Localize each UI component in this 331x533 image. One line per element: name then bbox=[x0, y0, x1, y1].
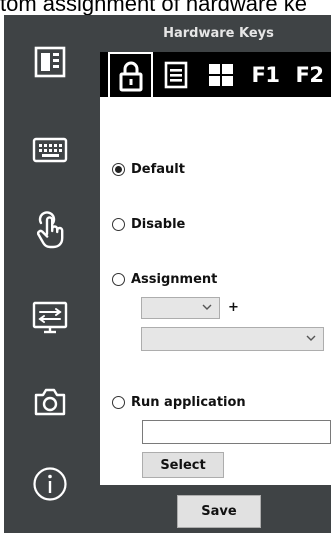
radio-disable[interactable]: Disable bbox=[112, 217, 185, 232]
plus-sign: + bbox=[228, 300, 239, 315]
tab-f2-label: F2 bbox=[295, 62, 324, 87]
windows-icon bbox=[208, 63, 233, 86]
application-path-input[interactable] bbox=[142, 420, 331, 444]
save-button[interactable]: Save bbox=[177, 495, 261, 528]
display-input-icon bbox=[32, 301, 68, 334]
tab-f1-label: F1 bbox=[251, 62, 280, 87]
tab-lock[interactable] bbox=[108, 52, 153, 97]
radio-default-label: Default bbox=[131, 162, 185, 177]
radio-disable-indicator[interactable] bbox=[112, 218, 125, 231]
tab-f2[interactable]: F2 bbox=[287, 52, 331, 97]
tab-windows[interactable] bbox=[198, 52, 243, 97]
lock-icon bbox=[119, 61, 142, 91]
sidebar bbox=[4, 15, 96, 533]
sidebar-item-display[interactable] bbox=[4, 283, 96, 353]
radio-run-application-indicator[interactable] bbox=[112, 396, 125, 409]
modifier-combo[interactable] bbox=[141, 297, 220, 319]
tab-f1[interactable]: F1 bbox=[243, 52, 288, 97]
radio-run-application[interactable]: Run application bbox=[112, 395, 246, 410]
touch-icon bbox=[36, 211, 64, 249]
panel-title: Hardware Keys bbox=[163, 26, 274, 41]
sidebar-item-camera[interactable] bbox=[4, 367, 96, 437]
chevron-down-icon bbox=[306, 335, 316, 341]
keyboard-icon bbox=[32, 137, 68, 163]
key-combo[interactable] bbox=[141, 327, 324, 351]
menu-icon bbox=[164, 61, 187, 88]
chevron-down-icon bbox=[202, 304, 212, 310]
radio-default[interactable]: Default bbox=[112, 162, 185, 177]
select-button[interactable]: Select bbox=[142, 452, 224, 478]
radio-disable-label: Disable bbox=[131, 217, 186, 232]
device-layout-icon bbox=[34, 46, 66, 78]
tab-bar: F1 F2 bbox=[100, 52, 331, 97]
tab-menu[interactable] bbox=[153, 52, 198, 97]
radio-run-application-label: Run application bbox=[131, 395, 246, 410]
sidebar-item-touch[interactable] bbox=[4, 195, 96, 265]
radio-assignment-indicator[interactable] bbox=[112, 273, 125, 286]
sidebar-item-device[interactable] bbox=[4, 27, 96, 97]
radio-assignment-label: Assignment bbox=[131, 272, 218, 287]
sidebar-item-info[interactable] bbox=[4, 449, 96, 519]
sidebar-item-keyboard[interactable] bbox=[4, 115, 96, 185]
radio-default-indicator[interactable] bbox=[112, 163, 125, 176]
info-icon bbox=[33, 467, 67, 501]
camera-icon bbox=[34, 388, 66, 416]
radio-assignment[interactable]: Assignment bbox=[112, 272, 217, 287]
app-window: Hardware Keys F1 F2 Default Disable Assi… bbox=[4, 15, 331, 533]
options-panel: Default Disable Assignment + Run applica… bbox=[100, 97, 331, 485]
